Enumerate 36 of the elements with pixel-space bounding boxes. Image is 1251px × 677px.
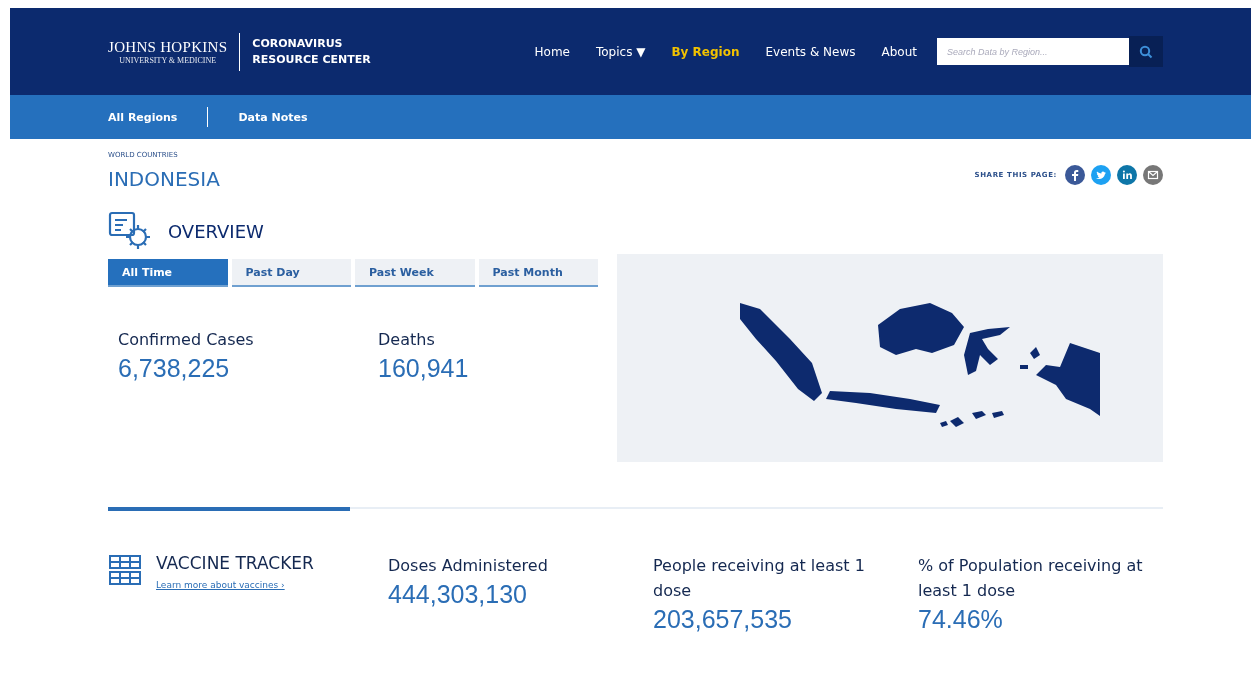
stat-label: Confirmed Cases	[118, 329, 255, 351]
section-title: OVERVIEW	[168, 220, 264, 242]
search-field[interactable]: Search Data by Region...	[937, 38, 1129, 65]
stat-label: Deaths	[378, 329, 436, 351]
vaccine-info-link[interactable]: Learn more about vaccines ›	[156, 580, 285, 590]
stat-label: Doses Administered	[388, 555, 549, 577]
site-title[interactable]: CORONAVIRUS RESOURCE CENTER	[252, 35, 371, 68]
country-title: INDONESIA	[108, 167, 220, 191]
stat-value: 6,738,225	[118, 354, 231, 383]
search-button[interactable]	[1129, 36, 1163, 67]
stat-value: 444,303,130	[388, 580, 529, 609]
time-range-tab[interactable]: Past Month	[478, 259, 598, 287]
sub-nav-link[interactable]: Data Notes	[238, 110, 308, 124]
twitter-icon[interactable]	[1091, 165, 1111, 185]
logo-subtitle: UNIVERSITY & MEDICINE	[119, 55, 217, 65]
time-range-tab[interactable]: Past Day	[231, 259, 351, 287]
stat-value: 203,657,535	[653, 605, 794, 634]
stat-label: People receiving at least 1 dose	[653, 555, 866, 602]
nav-link[interactable]: Topics ▼	[595, 44, 646, 59]
nav-link[interactable]: Events & News	[765, 44, 856, 59]
email-icon[interactable]	[1143, 165, 1163, 185]
time-range-tab[interactable]: Past Week	[355, 259, 475, 287]
time-range-tab[interactable]: All Time	[108, 259, 228, 287]
nav-link[interactable]: About	[881, 44, 917, 59]
linkedin-icon[interactable]	[1117, 165, 1137, 185]
logo-wordmark[interactable]: JOHNS HOPKINS	[108, 38, 228, 56]
search-icon	[1139, 44, 1153, 59]
stat-value: 160,941	[378, 354, 470, 383]
facebook-icon[interactable]	[1065, 165, 1085, 185]
sub-nav-link[interactable]: All Regions	[108, 110, 178, 124]
vaccine-crowd-icon	[108, 553, 142, 587]
section-title: VACCINE TRACKER	[156, 553, 314, 573]
nav-link[interactable]: Home	[534, 44, 570, 59]
nav-link[interactable]: By Region	[671, 44, 740, 59]
stat-label: % of Population receiving at least 1 dose	[918, 555, 1143, 602]
stat-value: 74.46%	[918, 605, 1004, 634]
